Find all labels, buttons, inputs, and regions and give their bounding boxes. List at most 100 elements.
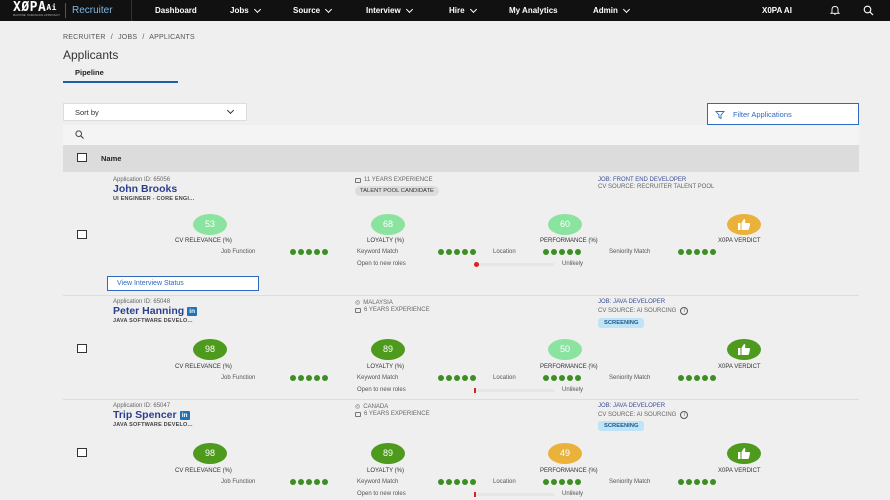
nav-item-label: Source (293, 6, 321, 15)
candidate-role: UI ENGINEER - CORE ENGI... (113, 196, 195, 202)
nav-item-admin[interactable]: Admin (593, 5, 630, 15)
talent-pool-tag: TALENT POOL CANDIDATE (355, 186, 439, 196)
job-title-text[interactable]: JOB: JAVA DEVELOPER (598, 403, 665, 409)
status-badge: SCREENING (598, 421, 645, 431)
select-all-checkbox[interactable] (77, 153, 87, 162)
keyword-match-rating (438, 375, 476, 381)
seniority-match-label: Seniority Match (609, 249, 651, 255)
cv-relevance-label: CV RELEVANCE (%) (175, 468, 232, 474)
level-marker (474, 388, 476, 393)
tab-pipeline[interactable]: Pipeline (63, 64, 178, 83)
nav-separator (65, 3, 66, 18)
chevron-down-icon (253, 5, 261, 13)
candidate-name[interactable]: Peter Hanning in (113, 305, 198, 317)
nav-item-hire[interactable]: Hire (449, 5, 477, 15)
filter-label: Filter Applications (733, 110, 792, 119)
candidate-role: JAVA SOFTWARE DEVELO... (113, 422, 193, 428)
cv-relevance-label: CV RELEVANCE (%) (175, 364, 232, 370)
linkedin-icon[interactable]: in (179, 410, 190, 420)
location-meta: ◎ CANADA (355, 403, 389, 411)
chevron-down-icon (405, 5, 413, 13)
nav-divider (131, 0, 132, 21)
keyword-match-label: Keyword Match (357, 479, 399, 485)
keyword-match-rating (438, 479, 476, 485)
breadcrumb-recruiter[interactable]: RECRUITER (63, 34, 106, 41)
nav-item-dashboard[interactable]: Dashboard (155, 6, 197, 15)
status-badge: SCREENING (598, 318, 645, 328)
breadcrumb-applicants: APPLICANTS (149, 34, 195, 41)
performance-score: 60 (548, 214, 582, 235)
briefcase-icon (355, 177, 361, 183)
breadcrumb-jobs[interactable]: JOBS (118, 34, 137, 41)
candidate-name[interactable]: John Brooks (113, 183, 177, 195)
nav-item-label: Dashboard (155, 6, 197, 15)
app-name[interactable]: Recruiter (72, 5, 113, 16)
experience-text: 11 YEARS EXPERIENCE (364, 177, 433, 183)
job-title-text[interactable]: JOB: FRONT END DEVELOPER (598, 177, 686, 183)
search-icon[interactable] (863, 5, 874, 16)
nav-item-label: Jobs (230, 6, 249, 15)
linkedin-icon[interactable]: in (187, 306, 198, 316)
open-to-roles-label: Open to new roles (357, 261, 406, 267)
bell-icon[interactable] (830, 5, 840, 15)
cv-source-text: CV SOURCE: AI SOURCING (598, 308, 677, 314)
search-icon (75, 130, 84, 139)
location-rating (543, 375, 581, 381)
applicant-search[interactable] (63, 125, 859, 145)
open-to-roles-value: Unlikely (562, 387, 584, 393)
cv-relevance-score: 98 (193, 443, 227, 464)
verdict-badge (727, 339, 761, 360)
nav-item-interview[interactable]: Interview (366, 5, 413, 15)
job-title: JOB: JAVA DEVELOPER (598, 299, 665, 305)
nav-item-source[interactable]: Source (293, 5, 333, 15)
location-text: CANADA (363, 403, 389, 410)
sort-by-dropdown[interactable]: Sort by (63, 103, 247, 121)
performance-label: PERFORMANCE (%) (540, 468, 598, 474)
row-checkbox[interactable] (77, 448, 87, 457)
verdict-label: X0PA VERDICT (718, 364, 761, 370)
column-name-header[interactable]: Name (101, 154, 121, 163)
job-function-rating (290, 479, 328, 485)
cv-relevance-label: CV RELEVANCE (%) (175, 238, 232, 244)
applicant-card: Application ID: 65047 Trip Spencer in JAV… (63, 400, 859, 500)
location-meta: ◎ MALAYSIA (355, 299, 393, 307)
briefcase-icon (355, 307, 361, 313)
experience-text: 6 YEARS EXPERIENCE (364, 411, 430, 417)
user-menu[interactable]: X0PA AI (762, 6, 792, 15)
filter-applications-button[interactable]: Filter Applications (707, 103, 859, 125)
cv-source: CV SOURCE: AI SOURCING i (598, 307, 689, 315)
seniority-match-rating (678, 479, 716, 485)
keyword-match-label: Keyword Match (357, 375, 399, 381)
job-function-rating (290, 375, 328, 381)
breadcrumb-separator: / (110, 34, 113, 41)
sort-by-label: Sort by (75, 108, 99, 117)
loyalty-label: LOYALTY (%) (367, 468, 405, 474)
experience-meta: 11 YEARS EXPERIENCE (355, 177, 432, 183)
logo[interactable]: XØPAAi MACHINE HUMANLIKE APPROACH (13, 1, 61, 20)
cv-source: CV SOURCE: RECRUITER TALENT POOL (598, 184, 714, 190)
candidate-name[interactable]: Trip Spencer in (113, 409, 190, 421)
row-checkbox[interactable] (77, 230, 87, 239)
level-marker (474, 262, 479, 267)
nav-item-jobs[interactable]: Jobs (230, 5, 261, 15)
info-icon[interactable]: i (680, 411, 689, 419)
chevron-down-icon (622, 5, 630, 13)
tab-label: Pipeline (75, 68, 104, 77)
nav-item-my-analytics[interactable]: My Analytics (509, 6, 558, 15)
nav-item-label: Hire (449, 6, 465, 15)
pin-icon: ◎ (355, 404, 361, 410)
job-title-text[interactable]: JOB: JAVA DEVELOPER (598, 299, 665, 305)
experience-meta: 6 YEARS EXPERIENCE (355, 411, 430, 417)
view-interview-status-button[interactable]: View Interview Status (107, 276, 259, 291)
logo-ai: Ai (46, 3, 57, 12)
row-checkbox[interactable] (77, 344, 87, 353)
candidate-name-text: Trip Spencer (113, 409, 177, 421)
level-marker (474, 492, 476, 497)
top-nav: XØPAAi MACHINE HUMANLIKE APPROACH Recrui… (0, 0, 890, 21)
performance-label: PERFORMANCE (%) (540, 238, 598, 244)
open-to-roles-value: Unlikely (562, 261, 584, 267)
breadcrumb: RECRUITER / JOBS / APPLICANTS (63, 34, 198, 41)
info-icon[interactable]: i (680, 307, 689, 315)
seniority-match-label: Seniority Match (609, 479, 651, 485)
open-to-roles-label: Open to new roles (357, 387, 406, 393)
